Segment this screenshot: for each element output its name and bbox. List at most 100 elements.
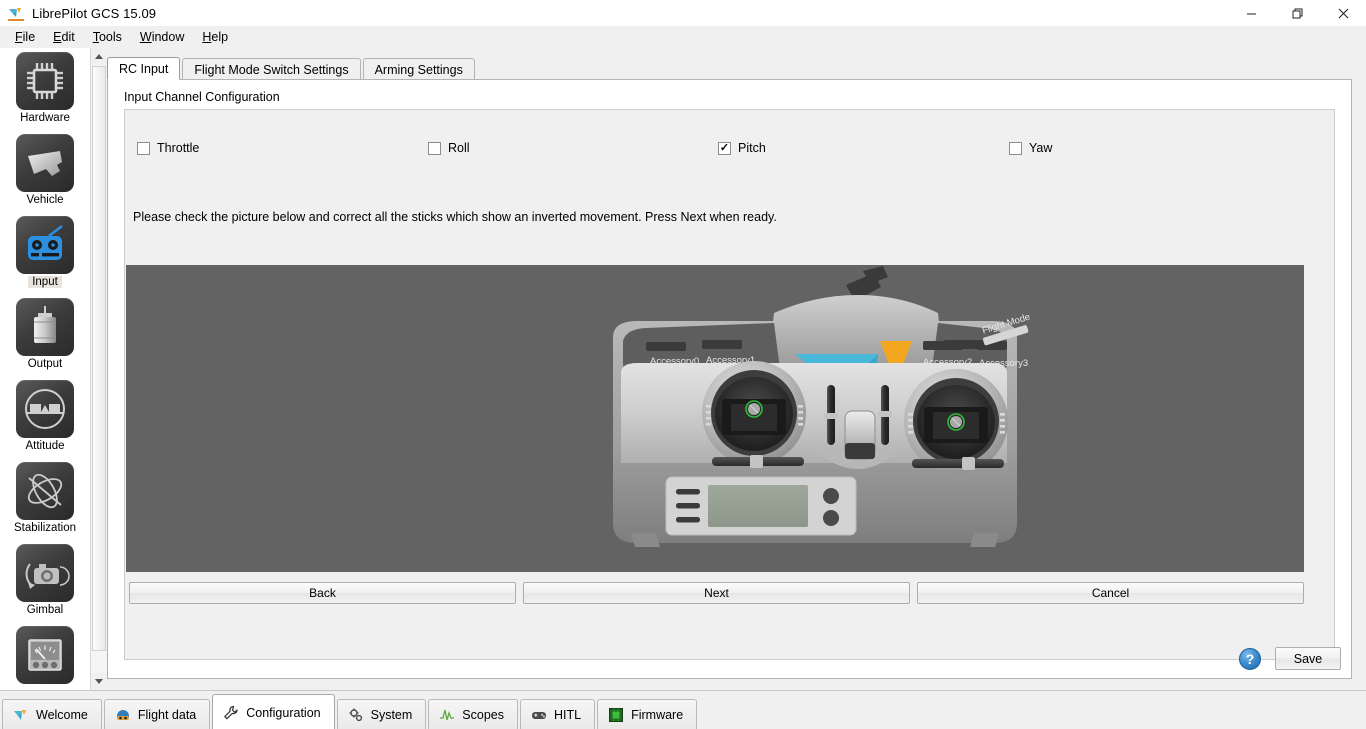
sidebar-item-vehicle[interactable]: Vehicle <box>0 130 90 212</box>
check-mark-icon: ✓ <box>720 143 729 154</box>
channel-yaw[interactable]: Yaw <box>1009 141 1052 155</box>
sidebar-label-gimbal: Gimbal <box>27 604 63 616</box>
mode-tab-hitl[interactable]: HITL <box>520 699 595 729</box>
checkbox-pitch[interactable]: ✓ <box>718 142 731 155</box>
librepilot-logo-icon <box>8 5 24 21</box>
sidebar-label-output: Output <box>28 358 63 370</box>
sidebar-item-input[interactable]: Input <box>0 212 90 294</box>
minimize-button[interactable] <box>1228 0 1274 26</box>
mode-tab-scopes-label: Scopes <box>462 708 504 722</box>
content-pane: RC Input Flight Mode Switch Settings Arm… <box>107 48 1366 690</box>
cancel-button-label: Cancel <box>1092 586 1129 600</box>
help-icon[interactable]: ? <box>1239 648 1261 670</box>
label-throttle: Throttle <box>157 141 199 155</box>
menu-edit[interactable]: Edit <box>44 28 84 46</box>
next-button[interactable]: Next <box>523 582 910 604</box>
sidebar-scrollbar-thumb[interactable] <box>92 66 106 651</box>
sidebar-item-hardware[interactable]: Hardware <box>0 48 90 130</box>
mode-tab-configuration[interactable]: Configuration <box>212 694 334 729</box>
chip-green-icon <box>608 707 624 723</box>
save-zone: ? Save <box>1239 647 1341 670</box>
main-area: Hardware Vehicle <box>0 48 1366 690</box>
sidebar-item-stabilization[interactable]: Stabilization <box>0 458 90 540</box>
tab-arming-settings[interactable]: Arming Settings <box>363 58 475 80</box>
gamepad-icon <box>531 707 547 723</box>
tab-strip: RC Input Flight Mode Switch Settings Arm… <box>107 57 1366 80</box>
waveform-icon <box>439 707 455 723</box>
sidebar-label-vehicle: Vehicle <box>26 194 63 206</box>
label-yaw: Yaw <box>1029 141 1052 155</box>
label-roll: Roll <box>448 141 470 155</box>
close-button[interactable] <box>1320 0 1366 26</box>
wrench-icon <box>223 705 239 721</box>
menu-help-rest: elp <box>211 30 228 44</box>
sidebar-item-gauge[interactable] <box>0 622 90 690</box>
mode-tab-firmware[interactable]: Firmware <box>597 699 697 729</box>
channel-throttle[interactable]: Throttle <box>137 141 199 155</box>
tab-rc-input-label: RC Input <box>119 62 168 76</box>
sidebar-scrollbar[interactable] <box>90 48 106 690</box>
mode-tab-firmware-label: Firmware <box>631 708 683 722</box>
sidebar-label-input: Input <box>28 276 62 288</box>
mode-tab-flight-data-label: Flight data <box>138 708 196 722</box>
transmitter-picture: Accessory0 Accessory1 Accessory2 Accesso… <box>126 265 1304 572</box>
sidebar-label-stabilization: Stabilization <box>14 522 76 534</box>
label-pitch: Pitch <box>738 141 766 155</box>
menu-tools[interactable]: Tools <box>84 28 131 46</box>
checkbox-yaw[interactable] <box>1009 142 1022 155</box>
mode-tab-system-label: System <box>371 708 413 722</box>
sidebar-item-output[interactable]: Output <box>0 294 90 376</box>
menu-edit-rest: dit <box>62 30 75 44</box>
menu-edit-label: E <box>53 30 61 44</box>
mode-tab-scopes[interactable]: Scopes <box>428 699 518 729</box>
scroll-up-icon[interactable] <box>91 48 107 65</box>
tab-rc-input[interactable]: RC Input <box>107 57 180 80</box>
maximize-button[interactable] <box>1274 0 1320 26</box>
tab-flight-mode-switch-settings[interactable]: Flight Mode Switch Settings <box>182 58 360 80</box>
sidebar-item-gimbal[interactable]: Gimbal <box>0 540 90 622</box>
menu-window[interactable]: Window <box>131 28 193 46</box>
window-controls <box>1228 0 1366 26</box>
title-bar: LibrePilot GCS 15.09 <box>0 0 1366 26</box>
mode-tab-bar: Welcome Flight data Configuration <box>2 693 699 729</box>
menu-help[interactable]: Help <box>193 28 237 46</box>
gyro-icon <box>16 462 74 520</box>
scroll-down-icon[interactable] <box>91 673 107 690</box>
helmet-icon <box>115 707 131 723</box>
mode-tab-flight-data[interactable]: Flight data <box>104 699 210 729</box>
checkbox-roll[interactable] <box>428 142 441 155</box>
save-button[interactable]: Save <box>1275 647 1341 670</box>
checkbox-throttle[interactable] <box>137 142 150 155</box>
sidebar: Hardware Vehicle <box>0 48 90 690</box>
level-bubble-icon <box>16 380 74 438</box>
tab-pane-rc-input: Input Channel Configuration Throttle Rol… <box>107 79 1352 679</box>
mode-tab-configuration-label: Configuration <box>246 706 320 720</box>
wizard-nav-row: Back Next Cancel <box>125 582 1334 604</box>
window-title: LibrePilot GCS 15.09 <box>32 6 156 21</box>
camera-icon <box>16 544 74 602</box>
menu-file-rest: ile <box>23 30 36 44</box>
chip-icon <box>16 52 74 110</box>
sidebar-item-attitude[interactable]: Attitude <box>0 376 90 458</box>
mode-tab-system[interactable]: System <box>337 699 427 729</box>
menu-window-label: W <box>140 30 152 44</box>
cancel-button[interactable]: Cancel <box>917 582 1304 604</box>
group-title: Input Channel Configuration <box>124 90 280 104</box>
save-button-label: Save <box>1294 652 1323 666</box>
channel-roll[interactable]: Roll <box>428 141 470 155</box>
motor-icon <box>16 298 74 356</box>
instruction-text: Please check the picture below and corre… <box>133 210 777 224</box>
mode-tab-hitl-label: HITL <box>554 708 581 722</box>
menu-file[interactable]: File <box>6 28 44 46</box>
mode-tab-welcome[interactable]: Welcome <box>2 699 102 729</box>
status-bar: Welcome Flight data Configuration <box>0 690 1366 729</box>
aircraft-icon <box>16 134 74 192</box>
menu-file-label: F <box>15 30 23 44</box>
back-button[interactable]: Back <box>129 582 516 604</box>
channel-pitch[interactable]: ✓ Pitch <box>718 141 766 155</box>
transmitter-icon <box>16 216 74 274</box>
channel-checkbox-row: Throttle Roll ✓ Pitch Yaw <box>125 141 1334 171</box>
gauge-icon <box>16 626 74 684</box>
next-button-label: Next <box>704 586 729 600</box>
menu-window-rest: indow <box>152 30 185 44</box>
